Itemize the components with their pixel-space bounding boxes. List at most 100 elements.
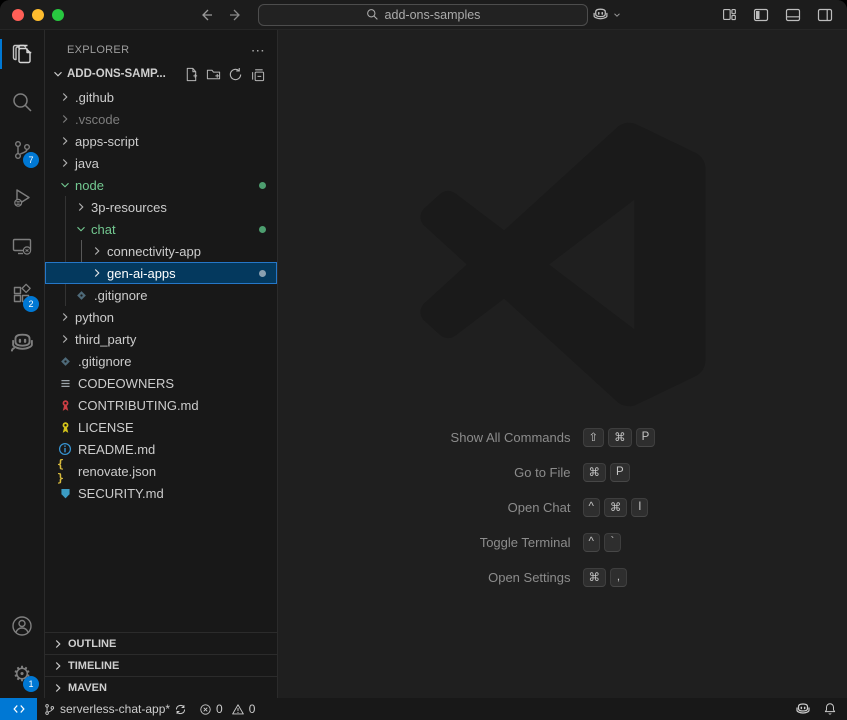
minimize-window-button[interactable]	[32, 9, 44, 21]
tree-item-gitignore-root[interactable]: .gitignore	[45, 350, 277, 372]
error-icon	[199, 703, 212, 716]
sync-icon	[174, 703, 187, 716]
manage-badge: 1	[23, 676, 39, 692]
toggle-secondary-sidebar-button[interactable]	[817, 7, 833, 23]
toggle-panel-button[interactable]	[785, 7, 801, 23]
account-icon	[10, 614, 34, 638]
tree-item-github[interactable]: .github	[45, 86, 277, 108]
shortcut-label: Show All Commands	[393, 430, 583, 445]
extensions-badge: 2	[23, 296, 39, 312]
tree-item-connectivity-app[interactable]: connectivity-app	[45, 240, 277, 262]
activity-search[interactable]	[0, 78, 44, 126]
tree-item-vscode[interactable]: .vscode	[45, 108, 277, 130]
key-comma: ,	[610, 568, 627, 587]
tree-item-chat[interactable]: chat	[45, 218, 277, 240]
maven-panel-header[interactable]: MAVEN	[45, 676, 277, 698]
timeline-panel-header[interactable]: TIMELINE	[45, 654, 277, 676]
tree-item-license[interactable]: LICENSE	[45, 416, 277, 438]
chevron-right-icon	[57, 134, 73, 148]
tree-item-renovate[interactable]: { } renovate.json	[45, 460, 277, 482]
title-bar: add-ons-samples	[0, 0, 847, 30]
explorer-sidebar: EXPLORER ⋯ ADD-ONS-SAMP...	[45, 30, 278, 698]
refresh-button[interactable]	[228, 67, 243, 82]
tree-item-label: python	[75, 310, 114, 325]
new-folder-button[interactable]	[206, 67, 221, 82]
tree-item-label: .gitignore	[94, 288, 147, 303]
customize-layout-button[interactable]	[722, 7, 737, 22]
tree-item-java[interactable]: java	[45, 152, 277, 174]
activity-explorer[interactable]	[0, 30, 44, 78]
traffic-lights	[0, 9, 170, 21]
tree-item-third-party[interactable]: third_party	[45, 328, 277, 350]
copilot-status-icon[interactable]	[795, 701, 811, 717]
tree-item-label: apps-script	[75, 134, 139, 149]
activity-remote-explorer[interactable]	[0, 222, 44, 270]
root-folder-name: ADD-ONS-SAMP...	[67, 68, 166, 80]
tree-item-python[interactable]: python	[45, 306, 277, 328]
close-window-button[interactable]	[12, 9, 24, 21]
branch-name: serverless-chat-app*	[60, 702, 170, 716]
activity-copilot-chat[interactable]	[0, 318, 44, 366]
tree-item-3p-resources[interactable]: 3p-resources	[45, 196, 277, 218]
new-file-button[interactable]	[184, 67, 199, 82]
git-status-dot	[259, 270, 266, 277]
key-p: P	[610, 463, 630, 482]
search-value: add-ons-samples	[385, 8, 481, 22]
key-p: P	[636, 428, 656, 447]
toggle-primary-sidebar-button[interactable]	[753, 7, 769, 23]
tree-item-label: .vscode	[75, 112, 120, 127]
tree-item-label: LICENSE	[78, 420, 134, 435]
chevron-down-icon	[51, 67, 65, 81]
tree-item-apps-script[interactable]: apps-script	[45, 130, 277, 152]
copilot-menu[interactable]	[592, 6, 622, 23]
zoom-window-button[interactable]	[52, 9, 64, 21]
collapse-folders-button[interactable]	[250, 67, 265, 82]
source-control-badge: 7	[23, 152, 39, 168]
accounts-button[interactable]	[0, 602, 44, 650]
forward-button[interactable]	[228, 7, 244, 23]
problems-status-item[interactable]: 0 0	[193, 698, 261, 720]
tree-item-label: 3p-resources	[91, 200, 167, 215]
activity-run-debug[interactable]	[0, 174, 44, 222]
tree-item-label: connectivity-app	[107, 244, 201, 259]
branch-status-item[interactable]: serverless-chat-app*	[37, 698, 193, 720]
warning-icon	[231, 703, 245, 716]
outline-panel-header[interactable]: OUTLINE	[45, 632, 277, 654]
tree-item-codeowners[interactable]: CODEOWNERS	[45, 372, 277, 394]
tree-item-label: third_party	[75, 332, 136, 347]
debug-icon	[10, 186, 34, 210]
tree-item-label: CONTRIBUTING.md	[78, 398, 199, 413]
tree-item-security[interactable]: SECURITY.md	[45, 482, 277, 504]
remote-indicator[interactable]	[0, 698, 37, 720]
vscode-window: add-ons-samples	[0, 0, 847, 720]
tree-item-label: .gitignore	[78, 354, 131, 369]
key-backtick: `	[604, 533, 621, 552]
manage-button[interactable]: ⚙ 1	[0, 650, 44, 698]
tree-item-gitignore-node[interactable]: .gitignore	[45, 284, 277, 306]
git-branch-icon	[43, 703, 56, 716]
tree-item-gen-ai-apps[interactable]: gen-ai-apps	[45, 262, 277, 284]
command-center-search[interactable]: add-ons-samples	[258, 4, 588, 26]
tree-item-label: renovate.json	[78, 464, 156, 479]
folder-section-header[interactable]: ADD-ONS-SAMP...	[45, 62, 277, 86]
shortcut-label: Open Settings	[393, 570, 583, 585]
editor-area: Show All Commands ⇧⌘P Go to File ⌘P Open…	[278, 30, 847, 698]
tree-item-contributing[interactable]: CONTRIBUTING.md	[45, 394, 277, 416]
activity-source-control[interactable]: 7	[0, 126, 44, 174]
notifications-bell-icon[interactable]	[823, 702, 837, 716]
tree-item-readme[interactable]: README.md	[45, 438, 277, 460]
tree-item-node[interactable]: node	[45, 174, 277, 196]
chevron-right-icon	[89, 244, 105, 258]
back-button[interactable]	[198, 7, 214, 23]
activity-extensions[interactable]: 2	[0, 270, 44, 318]
shortcut-label: Toggle Terminal	[393, 535, 583, 550]
shortcut-label: Open Chat	[393, 500, 583, 515]
file-tree: .github .vscode apps-script java node	[45, 86, 277, 632]
git-file-icon	[57, 355, 73, 368]
watermark-shortcuts: Show All Commands ⇧⌘P Go to File ⌘P Open…	[278, 428, 847, 603]
chevron-right-icon	[57, 156, 73, 170]
chevron-right-icon	[57, 90, 73, 104]
shortcut-row: Toggle Terminal ^`	[278, 533, 847, 551]
tree-item-label: SECURITY.md	[78, 486, 164, 501]
views-more-actions-button[interactable]: ⋯	[251, 42, 265, 59]
